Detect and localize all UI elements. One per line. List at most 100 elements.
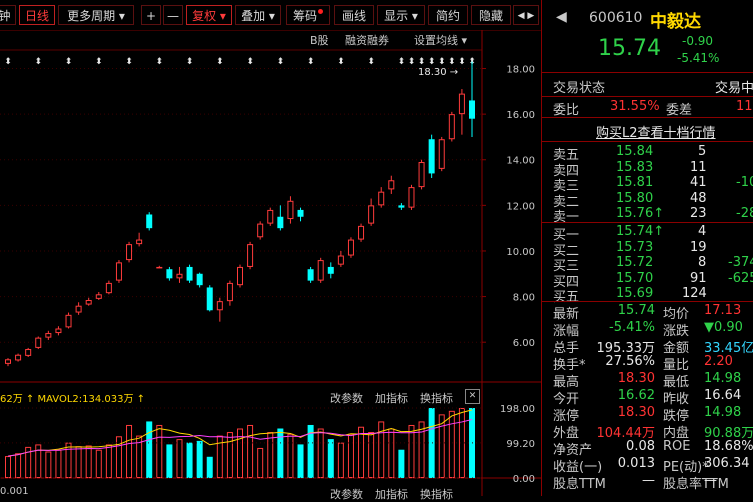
stat-value: 2.20 (704, 354, 733, 369)
candle-body (35, 337, 42, 348)
display-dropdown[interactable]: 显示 ▾ (377, 5, 425, 25)
stat-value: 14.98 (704, 405, 742, 420)
divider (542, 72, 753, 73)
volume-bar (226, 432, 233, 478)
candle-body (85, 300, 92, 305)
volume-bar (186, 442, 193, 478)
zoom-out-button[interactable]: — (163, 5, 183, 25)
event-marker-icon: ⬍ (398, 57, 406, 67)
hide-button[interactable]: 隐藏 (471, 5, 511, 25)
stat-value: -5.41% (609, 320, 655, 335)
bid-price: 15.74↑ (616, 224, 665, 239)
candle-body (75, 305, 82, 313)
candle-body (327, 266, 334, 274)
ask-volume: 11 (690, 159, 707, 175)
candle-body (156, 266, 163, 269)
stat-label: ROE (663, 439, 691, 454)
draw-line-button[interactable]: 画线 (334, 5, 374, 25)
candle-body (176, 273, 183, 279)
candle-body (226, 282, 233, 302)
candle-body (5, 359, 11, 364)
chart-canvas[interactable]: 18.0016.0014.0012.0010.008.006.00 ⬍ ⬍ ⬍ ⬍ ⬍ ⬍… (0, 30, 541, 496)
volume-bar (428, 408, 435, 478)
minute-chart-tab[interactable]: 钟 (0, 5, 16, 25)
bottom-switch-indicator[interactable]: 换指标 (420, 486, 453, 502)
divider (542, 141, 753, 142)
bottom-indicator-value: 0.001 (0, 486, 29, 497)
volume-bar (146, 421, 153, 478)
divider (542, 96, 753, 97)
change-params-button[interactable]: 改参数 (330, 390, 363, 406)
ask-price: 15.84 (616, 144, 654, 159)
bottom-add-indicator[interactable]: 加指标 (375, 486, 408, 502)
more-periods-dropdown[interactable]: 更多周期 ▾ (58, 5, 134, 25)
candle-body (55, 328, 62, 334)
b-stock-link[interactable]: B股 (310, 32, 329, 48)
event-marker-icon: ⬍ (65, 57, 73, 67)
volume-bar (247, 424, 254, 478)
simple-mode-button[interactable]: 简约 (428, 5, 468, 25)
event-marker-icon: ⬍ (216, 57, 224, 67)
volume-bar (327, 439, 334, 478)
close-icon[interactable]: ✕ (465, 389, 480, 404)
scroll-arrows[interactable]: ◀ ▶ (513, 5, 539, 25)
candle-body (317, 260, 324, 281)
stat-value: — (642, 473, 655, 488)
candle-body (458, 93, 465, 115)
zoom-in-button[interactable]: + (141, 5, 161, 25)
event-marker-icon: ⬍ (337, 57, 345, 67)
price-change-pct: -5.41% (677, 51, 720, 65)
switch-indicator-button[interactable]: 换指标 (420, 390, 453, 406)
candle-body (378, 191, 385, 206)
candle-body (358, 225, 365, 240)
stat-value: 14.98 (704, 371, 742, 386)
candle-body (307, 269, 314, 281)
l2-link[interactable]: 购买L2查看十档行情 (596, 122, 716, 141)
volume-bar (378, 421, 385, 479)
ask-price: 15.76↑ (616, 206, 665, 221)
bottom-change-params[interactable]: 改参数 (330, 486, 363, 502)
chip-distribution-button[interactable]: 筹码 (286, 5, 330, 25)
volume-bar (15, 453, 22, 479)
candle-body (267, 209, 274, 224)
bid-volume: 91 (690, 270, 707, 286)
weibi-value: 31.55% (610, 99, 660, 114)
candle-body (347, 239, 354, 256)
candle-body (45, 333, 52, 338)
candle-body (136, 239, 143, 245)
candle-body (206, 287, 213, 311)
event-marker-icon: ⬍ (277, 57, 285, 67)
volume-bar (206, 456, 213, 478)
candle-body (95, 294, 102, 299)
candle-body (25, 349, 32, 356)
stat-value: 18.30 (617, 405, 655, 420)
kline-chart[interactable]: 18.00 16.00 14.00 12.00 10.00 8.00 6.00 ⬍ ⬍ ⬍ ⬍ ⬍ ⬍… (0, 30, 541, 501)
divider (542, 117, 753, 118)
add-indicator-button[interactable]: 加指标 (375, 390, 408, 406)
margin-trading-link[interactable]: 融资融券 (345, 32, 389, 48)
ask-price: 15.80 (616, 190, 654, 206)
divider (542, 301, 753, 302)
overlay-dropdown[interactable]: 叠加 ▾ (235, 5, 281, 25)
volume-axis-label: 0.00 (513, 474, 535, 485)
bid-change: -625 (728, 270, 753, 286)
volume-bar (368, 432, 375, 478)
adjust-rights-dropdown[interactable]: 复权 ▾ (186, 5, 232, 25)
bid-volume: 8 (698, 255, 707, 270)
event-marker-icon: ⬍ (458, 57, 466, 67)
event-marker-icon: ⬍ (246, 57, 254, 67)
candle-body (216, 301, 223, 311)
back-arrow-icon[interactable]: ◀ (556, 9, 567, 25)
candle-body (247, 244, 254, 267)
volume-bar (55, 449, 62, 478)
event-marker-icon: ⬍ (448, 57, 456, 67)
volume-bar (105, 444, 112, 479)
event-marker-icon: ⬍ (125, 57, 133, 67)
event-marker-icon: ⬍ (428, 57, 436, 67)
event-marker-icon: ⬍ (4, 57, 12, 67)
event-marker-icon: ⬍ (156, 57, 164, 67)
bid-volume: 124 (682, 286, 707, 301)
volume-bar (277, 428, 284, 478)
set-ma-dropdown[interactable]: 设置均线 ▾ (414, 32, 467, 48)
daily-line-tab[interactable]: 日线 (19, 5, 55, 25)
